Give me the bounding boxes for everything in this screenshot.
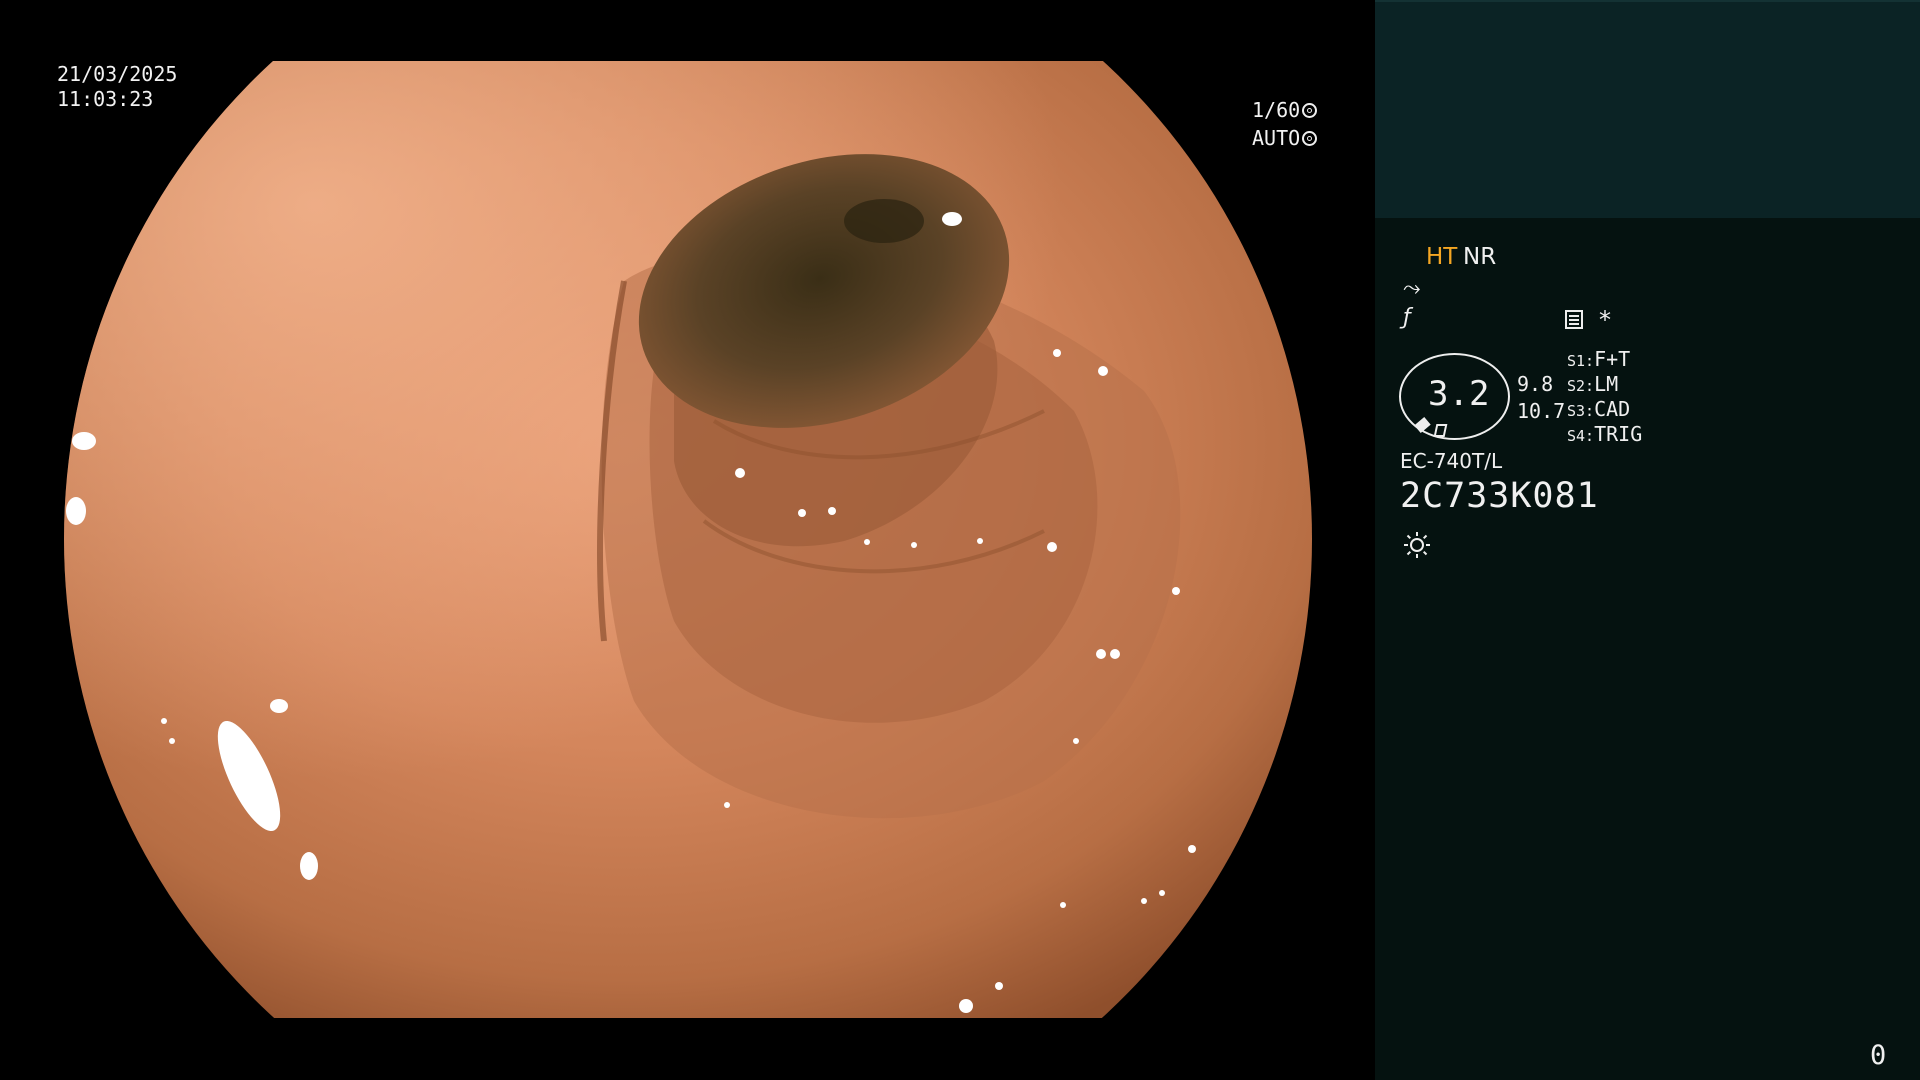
panel-header-area [1375,0,1920,218]
mode-ht-label: HT [1426,244,1458,270]
exposure-readout: AUTO [1252,126,1318,151]
mode-nr-label: NR [1463,244,1497,270]
switch-key: S4: [1567,427,1595,445]
switch-key: S2: [1567,377,1595,395]
shutter-value: 1/60 [1252,98,1301,122]
scope-model: EC-740T/L [1400,449,1503,473]
value-b: 10.7 [1517,399,1566,423]
switch-value: CAD [1594,397,1631,421]
switch-value: LM [1594,372,1619,396]
time-readout: 11:03:23 [57,87,154,111]
brightness-sun-icon [1404,532,1430,558]
frame-counter: 0 [1870,1040,1887,1071]
scope-serial: 2C733K081 [1400,476,1599,516]
switch-value: F+T [1594,347,1631,371]
switch-s3: S3:CAD [1567,397,1630,421]
f-icon: ƒ [1403,305,1411,330]
switch-value: TRIG [1594,422,1643,446]
exposure-mode-value: AUTO [1252,126,1301,150]
document-icon [1565,310,1583,329]
shutter-icon [1302,103,1318,118]
value-a: 9.8 [1517,372,1554,396]
switch-s4: S4:TRIG [1567,422,1642,446]
switch-key: S1: [1567,352,1595,370]
switch-s2: S2:LM [1567,372,1618,396]
wave-icon: ⤳ [1403,276,1421,301]
switch-s1: S1:F+T [1567,347,1630,371]
info-panel: HT NR ⤳ ƒ * 3.2 9.8 10.7 S1:F+T S2:LM S3… [1375,0,1920,1080]
zoom-value: 3.2 [1428,374,1490,414]
auto-exposure-icon [1302,131,1318,146]
endoscopic-image [64,61,1312,1018]
shutter-readout: 1/60 [1252,98,1318,123]
date-readout: 21/03/2025 [57,62,178,86]
switch-key: S3: [1567,402,1595,420]
asterisk-indicator: * [1599,306,1611,334]
endoscopy-screen: 21/03/2025 11:03:23 1/60 AUTO HT NR ⤳ ƒ … [0,0,1920,1080]
